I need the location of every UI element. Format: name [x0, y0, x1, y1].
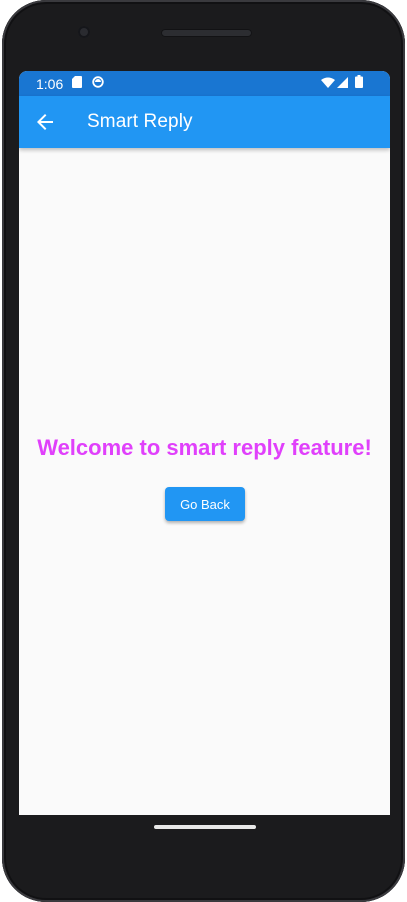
arrow-back-icon	[37, 114, 53, 130]
back-button[interactable]	[29, 106, 61, 138]
screen: 1:06 Smart Reply Welcome to smart reply …	[19, 71, 390, 815]
phone-frame: 1:06 Smart Reply Welcome to smart reply …	[0, 0, 407, 902]
gesture-nav-area	[19, 815, 390, 845]
app-bar: Smart Reply	[19, 96, 390, 148]
welcome-message: Welcome to smart reply feature!	[37, 435, 372, 460]
cellular-signal-icon	[337, 77, 348, 88]
front-camera	[78, 26, 90, 38]
battery-icon	[355, 75, 363, 88]
wifi-icon	[321, 77, 335, 88]
sync-icon	[92, 76, 104, 88]
status-time: 1:06	[36, 76, 64, 92]
main-content: Welcome to smart reply feature! Go Back	[19, 148, 390, 815]
home-gesture-handle[interactable]	[154, 825, 256, 829]
sd-card-icon	[72, 76, 82, 88]
earpiece-speaker	[161, 29, 252, 37]
go-back-button[interactable]: Go Back	[165, 487, 245, 521]
status-bar: 1:06	[19, 71, 390, 96]
page-title: Smart Reply	[87, 111, 193, 132]
